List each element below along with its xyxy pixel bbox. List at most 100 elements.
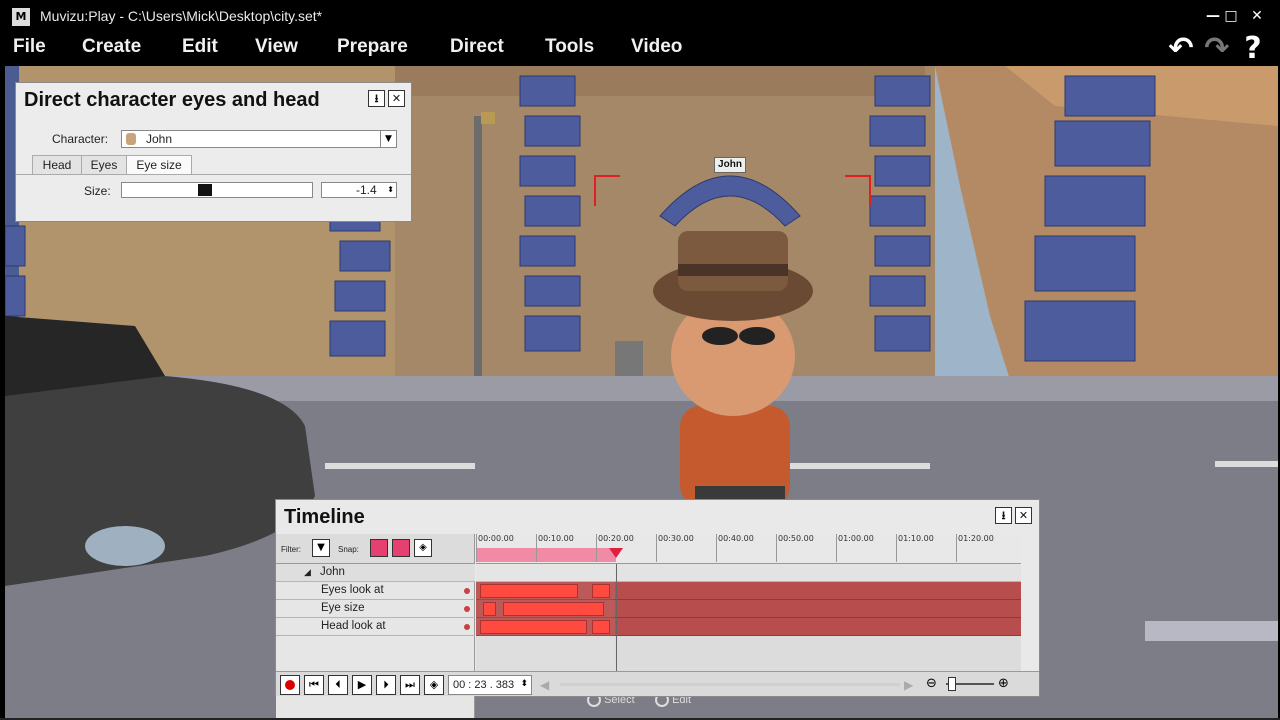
step-back-button[interactable]: ⏴ bbox=[328, 675, 348, 695]
filter-icon[interactable]: ▼ bbox=[312, 539, 330, 557]
playhead-line[interactable] bbox=[616, 564, 617, 671]
snap-label: Snap: bbox=[338, 545, 359, 554]
snap-clip-icon[interactable] bbox=[392, 539, 410, 557]
track-label: Eyes look at bbox=[321, 584, 384, 596]
horizontal-scrollbar[interactable] bbox=[560, 683, 900, 686]
snap-keyframe-icon[interactable] bbox=[370, 539, 388, 557]
skip-end-icon: ⏭ bbox=[405, 678, 415, 691]
panel-title: Direct character eyes and head bbox=[24, 89, 320, 111]
spin-arrows-icon[interactable]: ⬍ bbox=[387, 183, 394, 197]
tab-head[interactable]: Head bbox=[32, 155, 82, 175]
ruler-tick-line bbox=[956, 534, 957, 562]
record-dot-icon[interactable] bbox=[464, 588, 470, 594]
collapse-triangle-icon[interactable]: ◢ bbox=[304, 564, 311, 581]
menu-bar: File Create Edit View Prepare Direct Too… bbox=[0, 34, 1280, 64]
timeline-title: Timeline bbox=[284, 506, 365, 528]
time-value: 00 : 23 . 383 bbox=[453, 679, 515, 691]
pin-panel-icon[interactable]: ⭳ bbox=[368, 90, 385, 107]
character-avatar-icon bbox=[126, 133, 136, 145]
ruler-tick-line bbox=[776, 534, 777, 562]
tab-eyes[interactable]: Eyes bbox=[81, 155, 127, 175]
playhead-marker-icon[interactable] bbox=[609, 548, 623, 558]
menu-tools[interactable]: Tools bbox=[545, 36, 594, 58]
track-list: ◢ John Eyes look at Eye size Head look a… bbox=[276, 564, 475, 720]
close-timeline-icon[interactable]: ✕ bbox=[1015, 507, 1032, 524]
snap-marker-icon[interactable]: ◈ bbox=[414, 539, 432, 557]
tab-divider bbox=[16, 174, 411, 175]
maximize-button[interactable]: □ bbox=[1221, 6, 1241, 26]
step-forward-icon: ⏵ bbox=[383, 678, 389, 691]
help-icon[interactable]: ? bbox=[1236, 34, 1270, 64]
ruler-tick-label: 00:20.00 bbox=[598, 534, 634, 543]
go-to-start-button[interactable]: ⏮ bbox=[304, 675, 324, 695]
tab-eye-size[interactable]: Eye size bbox=[126, 155, 192, 175]
transport-bar: ⏮ ⏴ ▶ ⏵ ⏭ ◈ 00 : 23 . 383 ⬍ ◀ ▶ ⊖ ⊕ bbox=[276, 671, 1039, 696]
record-icon bbox=[285, 680, 295, 690]
redo-icon[interactable]: ↷ bbox=[1200, 34, 1234, 64]
menu-prepare[interactable]: Prepare bbox=[337, 36, 408, 58]
direct-eyes-head-panel: Direct character eyes and head ⭳ ✕ Chara… bbox=[15, 82, 412, 222]
go-to-end-button[interactable]: ⏭ bbox=[400, 675, 420, 695]
ruler-tick-line bbox=[716, 534, 717, 562]
played-region bbox=[476, 564, 615, 671]
ruler-tick-line bbox=[536, 534, 537, 562]
track-eye-size[interactable]: Eye size bbox=[276, 600, 475, 618]
ruler-tick-line bbox=[656, 534, 657, 562]
size-slider-thumb[interactable] bbox=[198, 184, 212, 196]
character-name-tag[interactable]: John bbox=[714, 157, 746, 173]
track-group-label: John bbox=[320, 566, 345, 578]
close-window-button[interactable]: ✕ bbox=[1247, 6, 1267, 26]
character-label: Character: bbox=[52, 132, 109, 146]
ruler-tick-label: 00:40.00 bbox=[718, 534, 754, 543]
time-spinbox[interactable]: 00 : 23 . 383 ⬍ bbox=[448, 675, 532, 695]
timeline-ruler[interactable]: 00:00.00 00:10.00 00:20.00 00:30.00 00:40.00… bbox=[476, 534, 1021, 564]
ruler-tick-label: 00:30.00 bbox=[658, 534, 694, 543]
size-value: -1.4 bbox=[356, 183, 377, 197]
play-button[interactable]: ▶ bbox=[352, 675, 372, 695]
pin-timeline-icon[interactable]: ⭳ bbox=[995, 507, 1012, 524]
menu-file[interactable]: File bbox=[13, 36, 46, 58]
menu-edit[interactable]: Edit bbox=[182, 36, 218, 58]
zoom-in-icon[interactable]: ⊕ bbox=[998, 676, 1014, 692]
menu-video[interactable]: Video bbox=[631, 36, 682, 58]
spin-arrows-icon[interactable]: ⬍ bbox=[520, 679, 528, 689]
play-range[interactable] bbox=[476, 548, 616, 562]
size-slider[interactable] bbox=[121, 182, 313, 198]
track-head-look-at[interactable]: Head look at bbox=[276, 618, 475, 636]
scroll-left-icon[interactable]: ◀ bbox=[540, 678, 558, 692]
record-dot-icon[interactable] bbox=[464, 624, 470, 630]
window-title: Muvizu:Play - C:\Users\Mick\Desktop\city… bbox=[40, 8, 323, 24]
track-eyes-look-at[interactable]: Eyes look at bbox=[276, 582, 475, 600]
minimize-button[interactable]: — bbox=[1203, 6, 1223, 26]
timeline-controls: Filter: ▼ Snap: ◈ bbox=[276, 534, 475, 564]
step-forward-button[interactable]: ⏵ bbox=[376, 675, 396, 695]
record-button[interactable] bbox=[280, 675, 300, 695]
menu-create[interactable]: Create bbox=[82, 36, 141, 58]
play-icon: ▶ bbox=[357, 678, 367, 691]
ruler-tick-label: 00:00.00 bbox=[478, 534, 514, 543]
menu-direct[interactable]: Direct bbox=[450, 36, 504, 58]
zoom-slider-thumb[interactable] bbox=[948, 677, 956, 691]
filter-label: Filter: bbox=[281, 545, 301, 554]
ruler-tick-label: 00:50.00 bbox=[778, 534, 814, 543]
menu-view[interactable]: View bbox=[255, 36, 298, 58]
tab-strip: Head Eyes Eye size bbox=[32, 155, 402, 175]
undo-icon[interactable]: ↶ bbox=[1164, 34, 1198, 64]
chevron-down-icon[interactable]: ▼ bbox=[380, 131, 396, 147]
track-area[interactable] bbox=[476, 564, 1021, 671]
ruler-tick-line bbox=[836, 534, 837, 562]
ruler-tick-label: 00:10.00 bbox=[538, 534, 574, 543]
record-dot-icon[interactable] bbox=[464, 606, 470, 612]
close-panel-icon[interactable]: ✕ bbox=[388, 90, 405, 107]
zoom-out-icon[interactable]: ⊖ bbox=[926, 676, 942, 692]
track-group-john[interactable]: ◢ John bbox=[276, 564, 475, 582]
ruler-tick-line bbox=[896, 534, 897, 562]
scroll-right-icon[interactable]: ▶ bbox=[904, 678, 918, 692]
track-label: Eye size bbox=[321, 602, 365, 614]
ruler-tick-label: 01:00.00 bbox=[838, 534, 874, 543]
size-label: Size: bbox=[84, 184, 111, 198]
character-select[interactable]: John ▼ bbox=[121, 130, 397, 148]
character-value: John bbox=[146, 132, 173, 146]
add-marker-button[interactable]: ◈ bbox=[424, 675, 444, 695]
size-spinbox[interactable]: -1.4 ⬍ bbox=[321, 182, 397, 198]
